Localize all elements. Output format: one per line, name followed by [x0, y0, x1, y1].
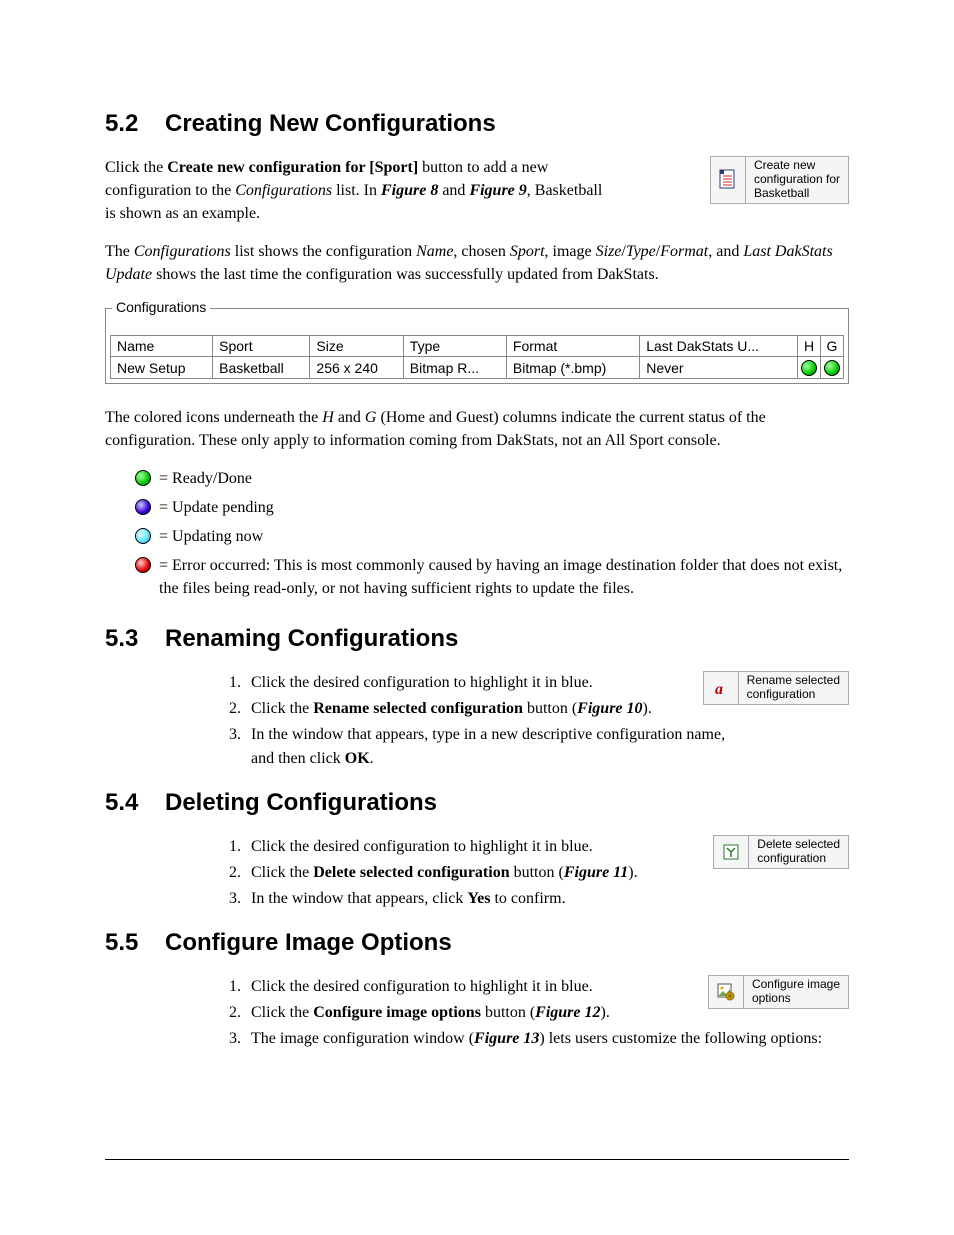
legend-error: = Error occurred: This is most commonly …: [105, 554, 849, 600]
delete-config-button-figure: Delete selected configuration: [713, 835, 849, 869]
list-item: Click the desired configuration to highl…: [245, 671, 745, 695]
legend-pending: = Update pending: [105, 496, 849, 519]
create-config-button-figure: Create new configuration for Basketball: [710, 156, 849, 204]
button-label: configuration: [747, 688, 840, 702]
new-document-icon: [711, 157, 746, 203]
heading-text: Deleting Configurations: [165, 789, 437, 816]
heading-number: 5.4: [105, 789, 165, 817]
button-label: Create new: [754, 159, 840, 173]
list-item: Click the Rename selected configuration …: [245, 697, 745, 721]
col-sport: Sport: [213, 335, 310, 356]
status-dot-updating-icon: [135, 528, 151, 544]
footer-rule: [105, 1159, 849, 1160]
cell-h-status: [798, 356, 821, 378]
cell-g-status: [821, 356, 844, 378]
paragraph: Click the Create new configuration for […: [105, 156, 605, 226]
document-page: 5.2Creating New Configurations Create ne…: [0, 0, 954, 1235]
col-g: G: [821, 335, 844, 356]
cell-format: Bitmap (*.bmp): [506, 356, 639, 378]
button-label: Configure image: [752, 978, 840, 992]
heading-text: Creating New Configurations: [165, 110, 496, 137]
list-item: The image configuration window (Figure 1…: [245, 1027, 849, 1051]
status-dot-error-icon: [135, 557, 151, 573]
col-format: Format: [506, 335, 639, 356]
configurations-table-figure: Configurations Name Sport Size Type Form…: [105, 308, 849, 384]
heading-text: Renaming Configurations: [165, 625, 458, 652]
legend-updating: = Updating now: [105, 525, 849, 548]
button-label: Delete selected: [757, 838, 840, 852]
cell-name: New Setup: [111, 356, 213, 378]
paragraph: The Configurations list shows the config…: [105, 240, 849, 286]
col-name: Name: [111, 335, 213, 356]
list-item: In the window that appears, type in a ne…: [245, 723, 745, 771]
button-label: options: [752, 992, 840, 1006]
col-size: Size: [310, 335, 403, 356]
steps-renaming: Click the desired configuration to highl…: [105, 671, 745, 771]
col-h: H: [798, 335, 821, 356]
table-row: New Setup Basketball 256 x 240 Bitmap R.…: [111, 356, 844, 378]
heading-number: 5.3: [105, 625, 165, 653]
heading-number: 5.5: [105, 929, 165, 957]
list-item: In the window that appears, click Yes to…: [245, 887, 849, 911]
cell-sport: Basketball: [213, 356, 310, 378]
configure-image-button-figure: Configure image options: [708, 975, 849, 1009]
group-legend: Configurations: [112, 299, 210, 315]
paragraph: The colored icons underneath the H and G…: [105, 406, 849, 452]
heading-text: Configure Image Options: [165, 929, 452, 956]
col-last: Last DakStats U...: [640, 335, 798, 356]
rename-config-button-figure: a Rename selected configuration: [703, 671, 849, 705]
status-dot-pending-icon: [135, 499, 151, 515]
heading-5-3: 5.3Renaming Configurations: [105, 625, 849, 653]
heading-5-5: 5.5Configure Image Options: [105, 929, 849, 957]
status-legend: = Ready/Done = Update pending = Updating…: [105, 467, 849, 601]
cell-size: 256 x 240: [310, 356, 403, 378]
svg-text:a: a: [715, 681, 723, 697]
cell-last: Never: [640, 356, 798, 378]
delete-icon: [714, 836, 749, 868]
heading-5-2: 5.2Creating New Configurations: [105, 110, 849, 138]
configurations-table: Name Sport Size Type Format Last DakStat…: [110, 335, 844, 379]
status-dot-ready-icon: [135, 470, 151, 486]
table-header-row: Name Sport Size Type Format Last DakStat…: [111, 335, 844, 356]
heading-5-4: 5.4Deleting Configurations: [105, 789, 849, 817]
rename-icon: a: [704, 672, 739, 704]
status-dot-ready-icon: [801, 360, 817, 376]
col-type: Type: [403, 335, 506, 356]
button-label: configuration: [757, 852, 840, 866]
cell-type: Bitmap R...: [403, 356, 506, 378]
legend-ready: = Ready/Done: [105, 467, 849, 490]
image-options-icon: [709, 976, 744, 1008]
heading-number: 5.2: [105, 110, 165, 138]
button-label: configuration for: [754, 173, 840, 187]
button-label: Basketball: [754, 187, 840, 201]
status-dot-ready-icon: [824, 360, 840, 376]
button-label: Rename selected: [747, 674, 840, 688]
